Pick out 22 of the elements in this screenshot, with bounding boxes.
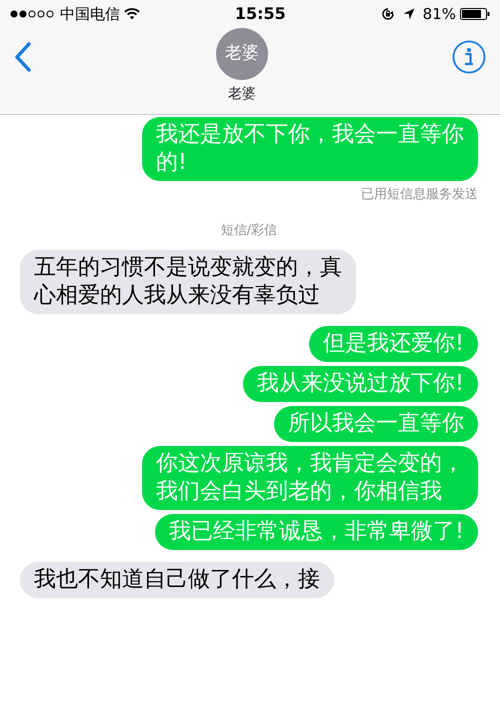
sent-message-bubble: 你这次原谅我，我肯定会变的，我们会白头到老的，你相信我 [142,446,478,510]
battery-icon [460,8,490,20]
back-icon[interactable] [14,42,32,72]
wifi-icon [124,8,140,20]
received-message-bubble: 我也不知道自己做了什么，接 [20,562,334,598]
sent-message-bubble: 我已经非常诚恳，非常卑微了! [155,514,478,550]
contact-name: 老婆 [228,85,256,104]
clock-time: 15:55 [234,3,286,25]
sent-message-bubble: 所以我会一直等你 [274,406,478,442]
sent-message-bubble: 我还是放不下你，我会一直等你的! [142,117,478,181]
service-label: 短信/彩信 [220,222,278,240]
sent-message-bubble: 我从来没说过放下你! [243,366,478,402]
signal-icon [10,10,56,18]
contact-avatar[interactable]: 老婆 [216,28,268,80]
delivery-note: 已用短信息服务发送 [361,186,478,204]
received-message-bubble: 五年的习惯不是说变就变的，真心相爱的人我从来没有辜负过 [20,250,356,314]
info-icon[interactable] [452,40,486,74]
sent-message-bubble: 但是我还爱你! [309,326,478,362]
location-icon [402,8,415,20]
rotation-lock-icon [380,7,395,21]
carrier-name: 中国电信 [60,4,120,25]
battery-percent: 81% [422,4,456,25]
